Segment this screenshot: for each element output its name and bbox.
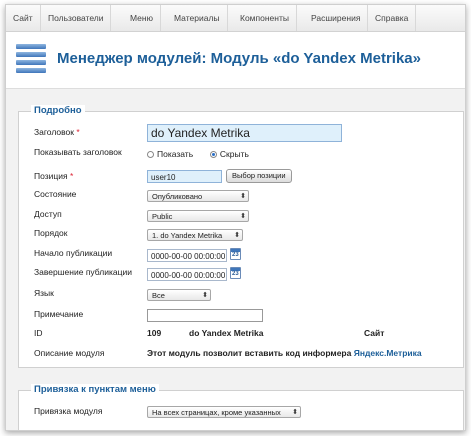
- details-legend: Подробно: [31, 105, 85, 116]
- menu-users[interactable]: Пользователи: [41, 5, 112, 31]
- assignment-select[interactable]: На всех страницах, кроме указанных ⬍: [147, 406, 301, 418]
- language-select[interactable]: Все ⬍: [147, 289, 211, 301]
- title-input[interactable]: do Yandex Metrika: [147, 124, 342, 142]
- publish-up-input[interactable]: 0000-00-00 00:00:00: [147, 249, 227, 262]
- client-value: Сайт: [364, 328, 385, 338]
- calendar-icon[interactable]: 23: [230, 248, 241, 260]
- admin-menubar: Сайт Пользователи Меню Материалы Компоне…: [6, 5, 465, 32]
- menu-site[interactable]: Сайт: [6, 5, 41, 31]
- position-label: Позиция *: [34, 171, 74, 181]
- state-select[interactable]: Опубликовано ⬍: [147, 190, 249, 202]
- module-manager-icon: [16, 42, 46, 76]
- assignment-label: Привязка модуля: [34, 406, 103, 416]
- note-input[interactable]: [147, 309, 263, 322]
- language-label: Язык: [34, 288, 54, 298]
- access-label: Доступ: [34, 209, 62, 219]
- description-link[interactable]: Яндекс.Метрика: [354, 348, 422, 358]
- position-input[interactable]: user10: [147, 170, 222, 183]
- hide-radio[interactable]: [209, 151, 217, 158]
- id-label: ID: [34, 328, 43, 338]
- note-label: Примечание: [34, 309, 84, 319]
- menu-components[interactable]: Компоненты: [233, 5, 297, 31]
- assignment-legend: Привязка к пунктам меню: [31, 384, 159, 395]
- menu-extensions[interactable]: Расширения: [304, 5, 369, 31]
- publish-down-input[interactable]: 0000-00-00 00:00:00: [147, 268, 227, 281]
- order-select[interactable]: 1. do Yandex Metrika ⬍: [147, 229, 243, 241]
- assignment-fieldset: Привязка к пунктам меню Привязка модуля …: [18, 384, 464, 430]
- show-title-radios: Показать Скрыть: [147, 147, 249, 161]
- select-position-button[interactable]: Выбор позиции: [226, 169, 292, 183]
- access-select[interactable]: Public ⬍: [147, 210, 249, 222]
- browser-frame: Сайт Пользователи Меню Материалы Компоне…: [5, 4, 466, 431]
- menu-content[interactable]: Материалы: [167, 5, 228, 31]
- content-area: Подробно Заголовок * do Yandex Metrika П…: [6, 88, 465, 430]
- menu-menus[interactable]: Меню: [123, 5, 161, 31]
- menu-help[interactable]: Справка: [368, 5, 417, 31]
- module-name: do Yandex Metrika: [189, 328, 264, 338]
- state-label: Состояние: [34, 189, 77, 199]
- show-option-label: Показать: [157, 149, 194, 159]
- order-label: Порядок: [34, 228, 68, 238]
- description-label: Описание модуля: [34, 348, 105, 358]
- details-fieldset: Подробно Заголовок * do Yandex Metrika П…: [18, 105, 464, 368]
- title-label: Заголовок *: [34, 127, 80, 137]
- page-title: Менеджер модулей: Модуль «do Yandex Metr…: [57, 50, 421, 67]
- show-radio[interactable]: [147, 151, 154, 158]
- calendar-icon[interactable]: 23: [230, 267, 241, 279]
- id-value: 109: [147, 328, 162, 338]
- description-text: Этот модуль позволит вставить код информ…: [147, 348, 422, 358]
- publish-down-label: Завершение публикации: [34, 267, 132, 277]
- show-title-label: Показывать заголовок: [34, 147, 122, 157]
- page-header: Менеджер модулей: Модуль «do Yandex Metr…: [6, 32, 465, 87]
- publish-up-label: Начало публикации: [34, 248, 113, 258]
- hide-option-label: Скрыть: [219, 149, 249, 159]
